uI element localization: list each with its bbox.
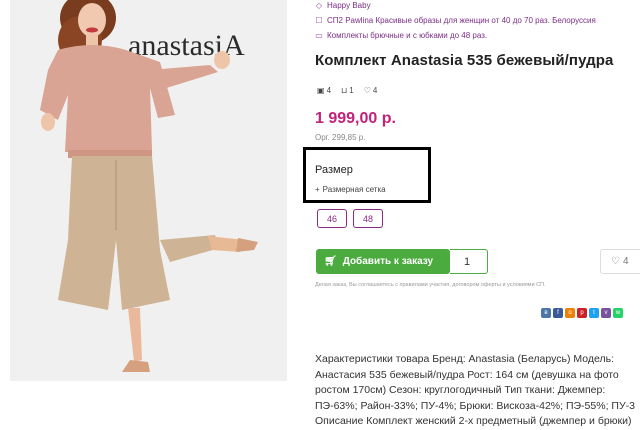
photos-count: 4 <box>326 86 332 95</box>
order-disclaimer: Делая заказ, Вы соглашаетесь с правилами… <box>315 282 546 288</box>
folder-icon: ▭ <box>315 31 323 40</box>
size-grid-text[interactable]: Размерная сетка <box>323 185 386 194</box>
heart-icon: ♡ <box>611 256 620 267</box>
model-illustration: anastasiA <box>10 0 287 381</box>
description-line: Характеристики товара Бренд: Anastasia (… <box>315 353 614 365</box>
bag-icon: ☐ <box>315 16 323 25</box>
favorite-count: 4 <box>622 256 629 267</box>
category-link-text[interactable]: Комплекты брючные и с юбками до 48 раз. <box>327 31 487 40</box>
photos-stat[interactable]: ▣ 4 <box>317 86 331 95</box>
likes-count: 4 <box>372 86 378 95</box>
size-grid-link[interactable]: + Размерная сетка <box>315 185 386 194</box>
purchase-link[interactable]: ☐ СП2 Pawlina Красивые образы для женщин… <box>315 16 596 25</box>
size-option-48[interactable]: 48 <box>353 209 383 228</box>
orders-stat[interactable]: ⊔ 1 <box>341 86 354 95</box>
orders-count: 1 <box>349 86 354 95</box>
share-buttons: в f о p t v w <box>541 308 623 318</box>
product-info: ◇ Happy Baby ☐ СП2 Pawlina Красивые обра… <box>303 0 640 430</box>
vk-icon[interactable]: в <box>541 308 551 318</box>
brand-link-text[interactable]: Happy Baby <box>327 1 371 10</box>
brand-link[interactable]: ◇ Happy Baby <box>315 1 371 10</box>
size-option-46[interactable]: 46 <box>317 209 347 228</box>
description-line: Описание Комплект женский 2-х предметный… <box>315 415 632 427</box>
whatsapp-icon[interactable]: w <box>613 308 623 318</box>
size-label: Размер <box>315 164 353 176</box>
plus-icon: + <box>315 185 320 194</box>
add-to-order-label: Добавить к заказу <box>342 256 434 267</box>
quantity-input[interactable]: 1 <box>450 249 488 274</box>
cart-icon: 🛒︎ <box>324 256 337 267</box>
add-to-order-button[interactable]: 🛒︎ Добавить к заказу <box>316 249 450 274</box>
image-icon: ▣ <box>317 86 325 95</box>
viber-icon[interactable]: v <box>601 308 611 318</box>
price: 1 999,00 р. <box>315 110 396 127</box>
heart-icon: ♡ <box>363 86 371 95</box>
cart-icon: ⊔ <box>341 86 348 95</box>
pinterest-icon[interactable]: p <box>577 308 587 318</box>
description-line: ПЭ-63%; Район-33%; ПУ-4%; Брюки: Вискоза… <box>315 399 635 412</box>
product-photo[interactable]: anastasiA <box>10 0 287 381</box>
category-link[interactable]: ▭ Комплекты брючные и с юбками до 48 раз… <box>315 31 487 40</box>
purchase-link-text[interactable]: СП2 Pawlina Красивые образы для женщин о… <box>327 16 596 25</box>
org-price: Орг. 299,85 р. <box>315 133 366 142</box>
product-stats: ▣ 4 ⊔ 1 ♡ 4 <box>317 86 377 95</box>
product-title: Комплект Anastasia 535 бежевый/пудра <box>315 52 614 69</box>
description-line: Анастасия 535 бежевый/пудра Рост: 164 см… <box>315 368 619 381</box>
twitter-icon[interactable]: t <box>589 308 599 318</box>
facebook-icon[interactable]: f <box>553 308 563 318</box>
product-description: Характеристики товара Бренд: Anastasia (… <box>315 352 640 430</box>
tag-icon: ◇ <box>315 1 323 10</box>
size-options: 46 48 <box>317 209 383 228</box>
odnoklassniki-icon[interactable]: о <box>565 308 575 318</box>
favorite-button[interactable]: ♡ 4 <box>600 249 640 274</box>
description-line: ростом 170см) Сезон: круглогодичный Тип … <box>315 384 606 396</box>
likes-stat[interactable]: ♡ 4 <box>364 86 378 95</box>
